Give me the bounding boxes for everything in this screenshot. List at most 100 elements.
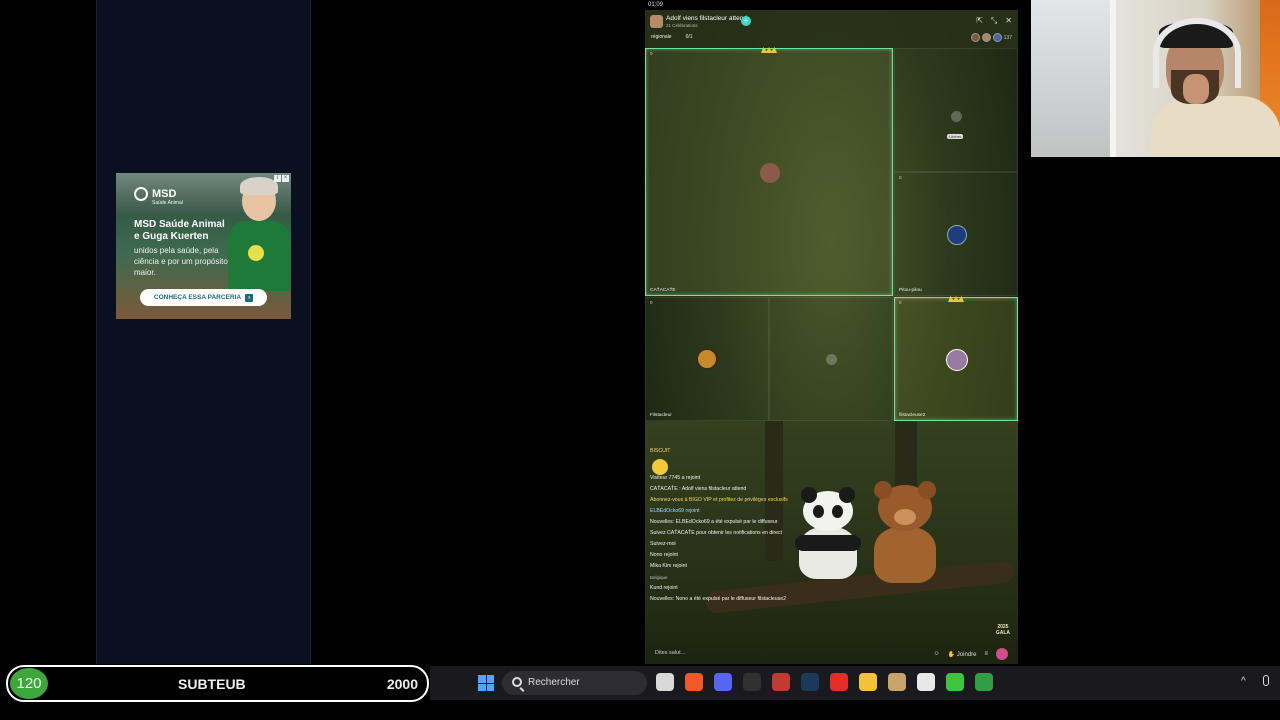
- close-icon[interactable]: ×: [282, 175, 289, 182]
- chat-message: Nouvelles: ELBEdOcko69 a été expulsé par…: [650, 519, 778, 525]
- seat-empty[interactable]: Libérer: [894, 48, 1018, 172]
- viewer-list[interactable]: 137: [970, 33, 1012, 42]
- steam-icon[interactable]: [801, 673, 819, 691]
- avatar: [696, 348, 718, 370]
- folder-icon[interactable]: [859, 673, 877, 691]
- chat-input[interactable]: Dites salut...: [655, 650, 685, 656]
- search-icon: [512, 677, 522, 687]
- collapse-icon[interactable]: ⤡: [991, 16, 997, 26]
- seat-name: filstacleuse2: [899, 413, 926, 418]
- taskbar-search[interactable]: Rechercher: [502, 671, 647, 695]
- youtube-icon[interactable]: [830, 673, 848, 691]
- chrome-icon[interactable]: [772, 673, 790, 691]
- seat-host[interactable]: 0 CAŤACAŤE: [645, 47, 893, 296]
- stream-header: Adolf viens filstacleur attend 21 Célébr…: [645, 10, 1018, 48]
- stream-title: Adolf viens filstacleur attend: [666, 15, 747, 22]
- info-icon[interactable]: i: [274, 175, 281, 182]
- taskbar: Rechercher ^: [430, 666, 1280, 700]
- chat-message: Belgique: [650, 575, 668, 580]
- sub-goal: 2000: [386, 676, 418, 692]
- search-label: Rechercher: [528, 677, 580, 688]
- chat-message: Kund rejoint: [650, 585, 678, 591]
- menu-icon[interactable]: ≡: [984, 651, 988, 657]
- chat-feed: BISCUIT Visiteur 7745 a rejoint CAŤACAŤE :…: [650, 446, 880, 605]
- host-avatar[interactable]: [650, 15, 663, 28]
- input-actions: ☺ ✋ Joindre ≡: [934, 648, 1008, 660]
- chat-message: BISCUIT: [650, 448, 671, 454]
- share-icon[interactable]: ⇱: [976, 16, 983, 26]
- chat-message: ELBEdOcko69 rejoint: [650, 508, 700, 514]
- sub-count: 120: [10, 668, 48, 699]
- msd-logo-icon: [134, 187, 148, 201]
- empty-seat-icon: [826, 354, 837, 365]
- chat-message: Visiteur 7745 a rejoint: [650, 475, 701, 481]
- seat-score: 0: [899, 175, 902, 180]
- seat-guest[interactable]: 0 Filstacleur: [645, 297, 769, 421]
- follow-button[interactable]: +: [741, 16, 751, 26]
- crown-icon: [761, 47, 777, 53]
- seat-empty[interactable]: [769, 297, 893, 421]
- seat-guest[interactable]: 0 filstacleuse2: [894, 296, 1018, 421]
- ad-logo: MSD: [134, 187, 176, 201]
- brave-icon[interactable]: [685, 673, 703, 691]
- seat-name: Pitou-piłou: [899, 288, 922, 293]
- chat-message: Mika Kim rejoint: [650, 563, 687, 569]
- brazil-icon[interactable]: [975, 673, 993, 691]
- notes-icon[interactable]: [917, 673, 935, 691]
- seat-name: Filstacleur: [650, 413, 672, 418]
- chat-message: Abonnez-vous à BIGO VIP et profitez de p…: [650, 497, 788, 503]
- seat-tip: Libérer: [947, 134, 964, 139]
- seat-guest[interactable]: 0 Pitou-piłou: [894, 172, 1018, 296]
- sub-label: SUBTEUB: [178, 676, 246, 692]
- chat-input-bar: Dites salut... ☺ ✋ Joindre ≡: [645, 644, 1018, 664]
- level-tag[interactable]: 0/1: [686, 34, 693, 40]
- arrow-right-icon: ›: [245, 293, 254, 302]
- clock: 01:09: [648, 2, 664, 8]
- chat-message: Suivez CAŤACAŤE pour obtenir les notific…: [650, 530, 783, 536]
- seat-name: CAŤACAŤE: [650, 288, 676, 293]
- empty-seat-icon: [951, 111, 962, 122]
- task-view-icon[interactable]: [656, 673, 674, 691]
- crown-icon: [948, 296, 964, 302]
- browser-side-panel: [96, 0, 311, 664]
- ad-cta-button[interactable]: CONHEÇA ESSA PARCERIA ›: [140, 289, 267, 306]
- close-icon[interactable]: ✕: [1005, 16, 1012, 26]
- ad-logo-sub: Saúde Animal: [152, 200, 183, 206]
- ad-title: MSD Saúde Animal e Guga Kuerten: [134, 219, 225, 242]
- avatar: [760, 163, 780, 183]
- region-tag[interactable]: régionale: [651, 34, 672, 40]
- ad-text: unidos pela saúde, pela ciência e por um…: [134, 246, 228, 277]
- chat-message: Nono rejoint: [650, 552, 678, 558]
- ad-banner[interactable]: MSD Saúde Animal MSD Saúde Animal e Guga…: [116, 173, 291, 319]
- emoji-icon[interactable]: ☺: [934, 651, 940, 657]
- avatar: [946, 349, 968, 371]
- seat-score: 0: [899, 300, 902, 305]
- window-controls: ⇱ ⤡ ✕: [976, 16, 1012, 26]
- sub-goal-widget: 120 SUBTEUB 2000: [6, 665, 429, 702]
- viewer-avatar[interactable]: [992, 33, 1002, 42]
- screen: MSD Saúde Animal MSD Saúde Animal e Guga…: [0, 0, 1280, 720]
- viewer-avatar[interactable]: [981, 33, 991, 42]
- webcam-overlay: [1031, 0, 1280, 157]
- obs-icon[interactable]: [743, 673, 761, 691]
- join-button[interactable]: ✋ Joindre: [948, 651, 977, 658]
- live-stream-window: Adolf viens filstacleur attend 21 Célébr…: [645, 10, 1018, 664]
- gift-icon[interactable]: [996, 648, 1008, 660]
- seat-score: 0: [650, 300, 653, 305]
- gala-badge[interactable]: 2025 GALA: [996, 624, 1010, 636]
- windows-start-icon[interactable]: [478, 675, 494, 691]
- bear-illustration: [870, 481, 940, 583]
- green-app-icon[interactable]: [946, 673, 964, 691]
- microphone-icon[interactable]: [1263, 675, 1269, 686]
- ad-choices[interactable]: i ×: [274, 175, 289, 182]
- seat-score: 0: [650, 51, 653, 56]
- stream-subtitle: 21 Célébrations: [666, 23, 698, 28]
- app-icon[interactable]: [888, 673, 906, 691]
- discord-icon[interactable]: [714, 673, 732, 691]
- avatar: [947, 225, 967, 245]
- chat-message: CAŤACAŤE : Adolf viens filstacleur atten…: [650, 486, 747, 492]
- chat-message: Suivez-moi: [650, 541, 676, 547]
- viewer-count: 137: [1003, 34, 1012, 41]
- viewer-avatar[interactable]: [970, 33, 980, 42]
- chevron-up-icon[interactable]: ^: [1241, 676, 1246, 687]
